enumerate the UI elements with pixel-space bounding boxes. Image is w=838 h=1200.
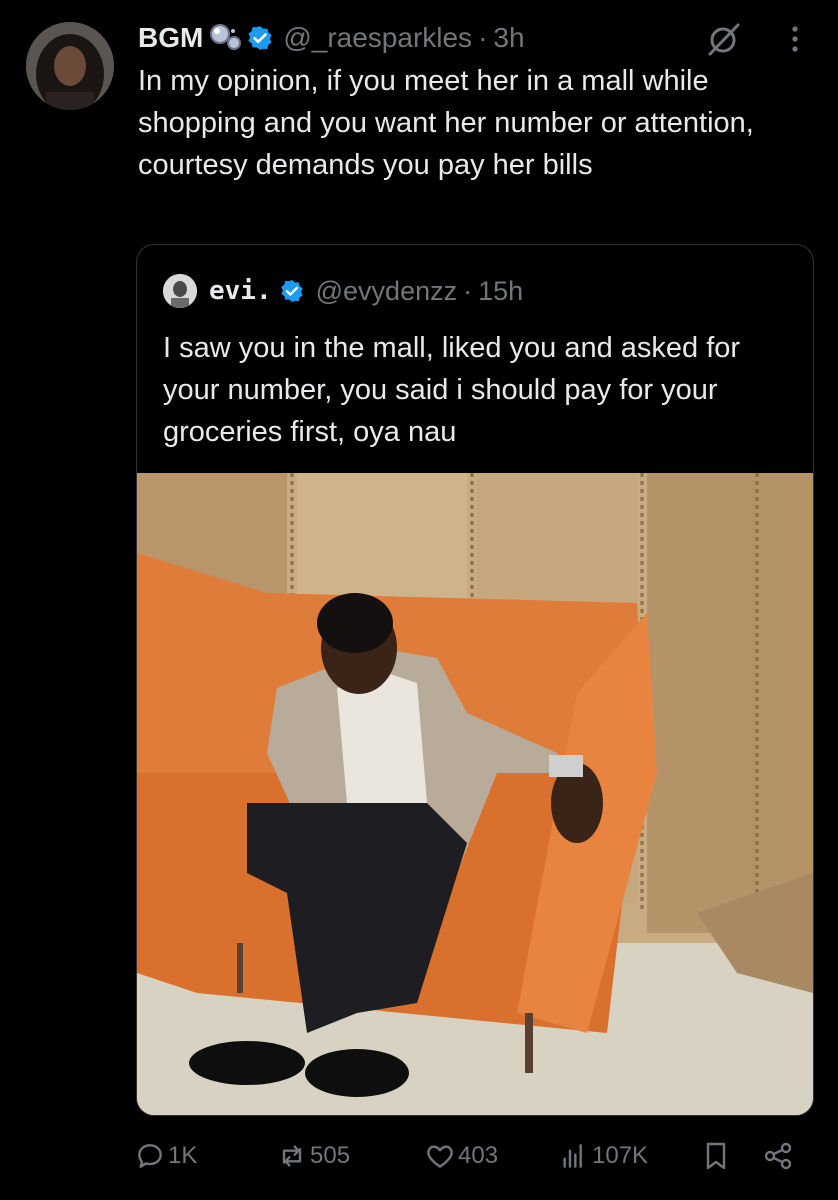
quoted-tweet-header: evi. @evydenzz · 15h (163, 273, 523, 309)
tweet-action-bar: 1K 505 403 107K (134, 1136, 814, 1176)
quoted-tweet-card[interactable]: evi. @evydenzz · 15h I saw you in the ma… (136, 244, 814, 1116)
repost-button[interactable]: 505 (276, 1136, 350, 1176)
emoji-decoration-icon (210, 24, 242, 50)
reply-count: 1K (168, 1142, 198, 1169)
reply-button[interactable]: 1K (134, 1136, 197, 1176)
tweet-text: In my opinion, if you meet her in a mall… (138, 65, 754, 181)
like-count: 403 (458, 1142, 499, 1169)
quoted-author-avatar (163, 274, 197, 308)
like-icon (427, 1145, 453, 1168)
repost-count: 505 (310, 1142, 351, 1169)
separator-dot: · (478, 22, 488, 53)
like-button[interactable]: 403 (424, 1136, 498, 1176)
repost-icon (282, 1145, 302, 1167)
bookmark-icon (706, 1142, 726, 1170)
verified-badge-icon (248, 26, 272, 50)
quoted-tweet-text: I saw you in the mall, liked you and ask… (163, 332, 741, 448)
more-options-icon[interactable] (780, 22, 810, 56)
author-handle[interactable]: @_raesparkles (283, 22, 472, 54)
share-icon (764, 1142, 792, 1170)
share-button[interactable] (762, 1136, 796, 1176)
quoted-tweet-time: 15h (478, 275, 524, 306)
verified-badge-icon (280, 280, 303, 302)
tweet-time[interactable]: 3h (493, 22, 524, 54)
reply-icon (138, 1144, 162, 1168)
bookmark-button[interactable] (700, 1136, 734, 1176)
grok-icon[interactable] (704, 22, 742, 56)
quoted-author-name: evi. (209, 276, 272, 306)
views-count: 107K (592, 1142, 649, 1169)
quoted-author-handle: @evydenzz (315, 275, 458, 306)
tweet-header: BGM @_raesparkles · 3h (138, 18, 525, 58)
quoted-tweet-photo[interactable] (137, 473, 813, 1115)
separator-dot: · (463, 275, 473, 306)
views-button[interactable]: 107K (558, 1136, 648, 1176)
views-icon (563, 1144, 582, 1168)
author-avatar[interactable] (26, 22, 114, 110)
author-name[interactable]: BGM (138, 22, 203, 54)
